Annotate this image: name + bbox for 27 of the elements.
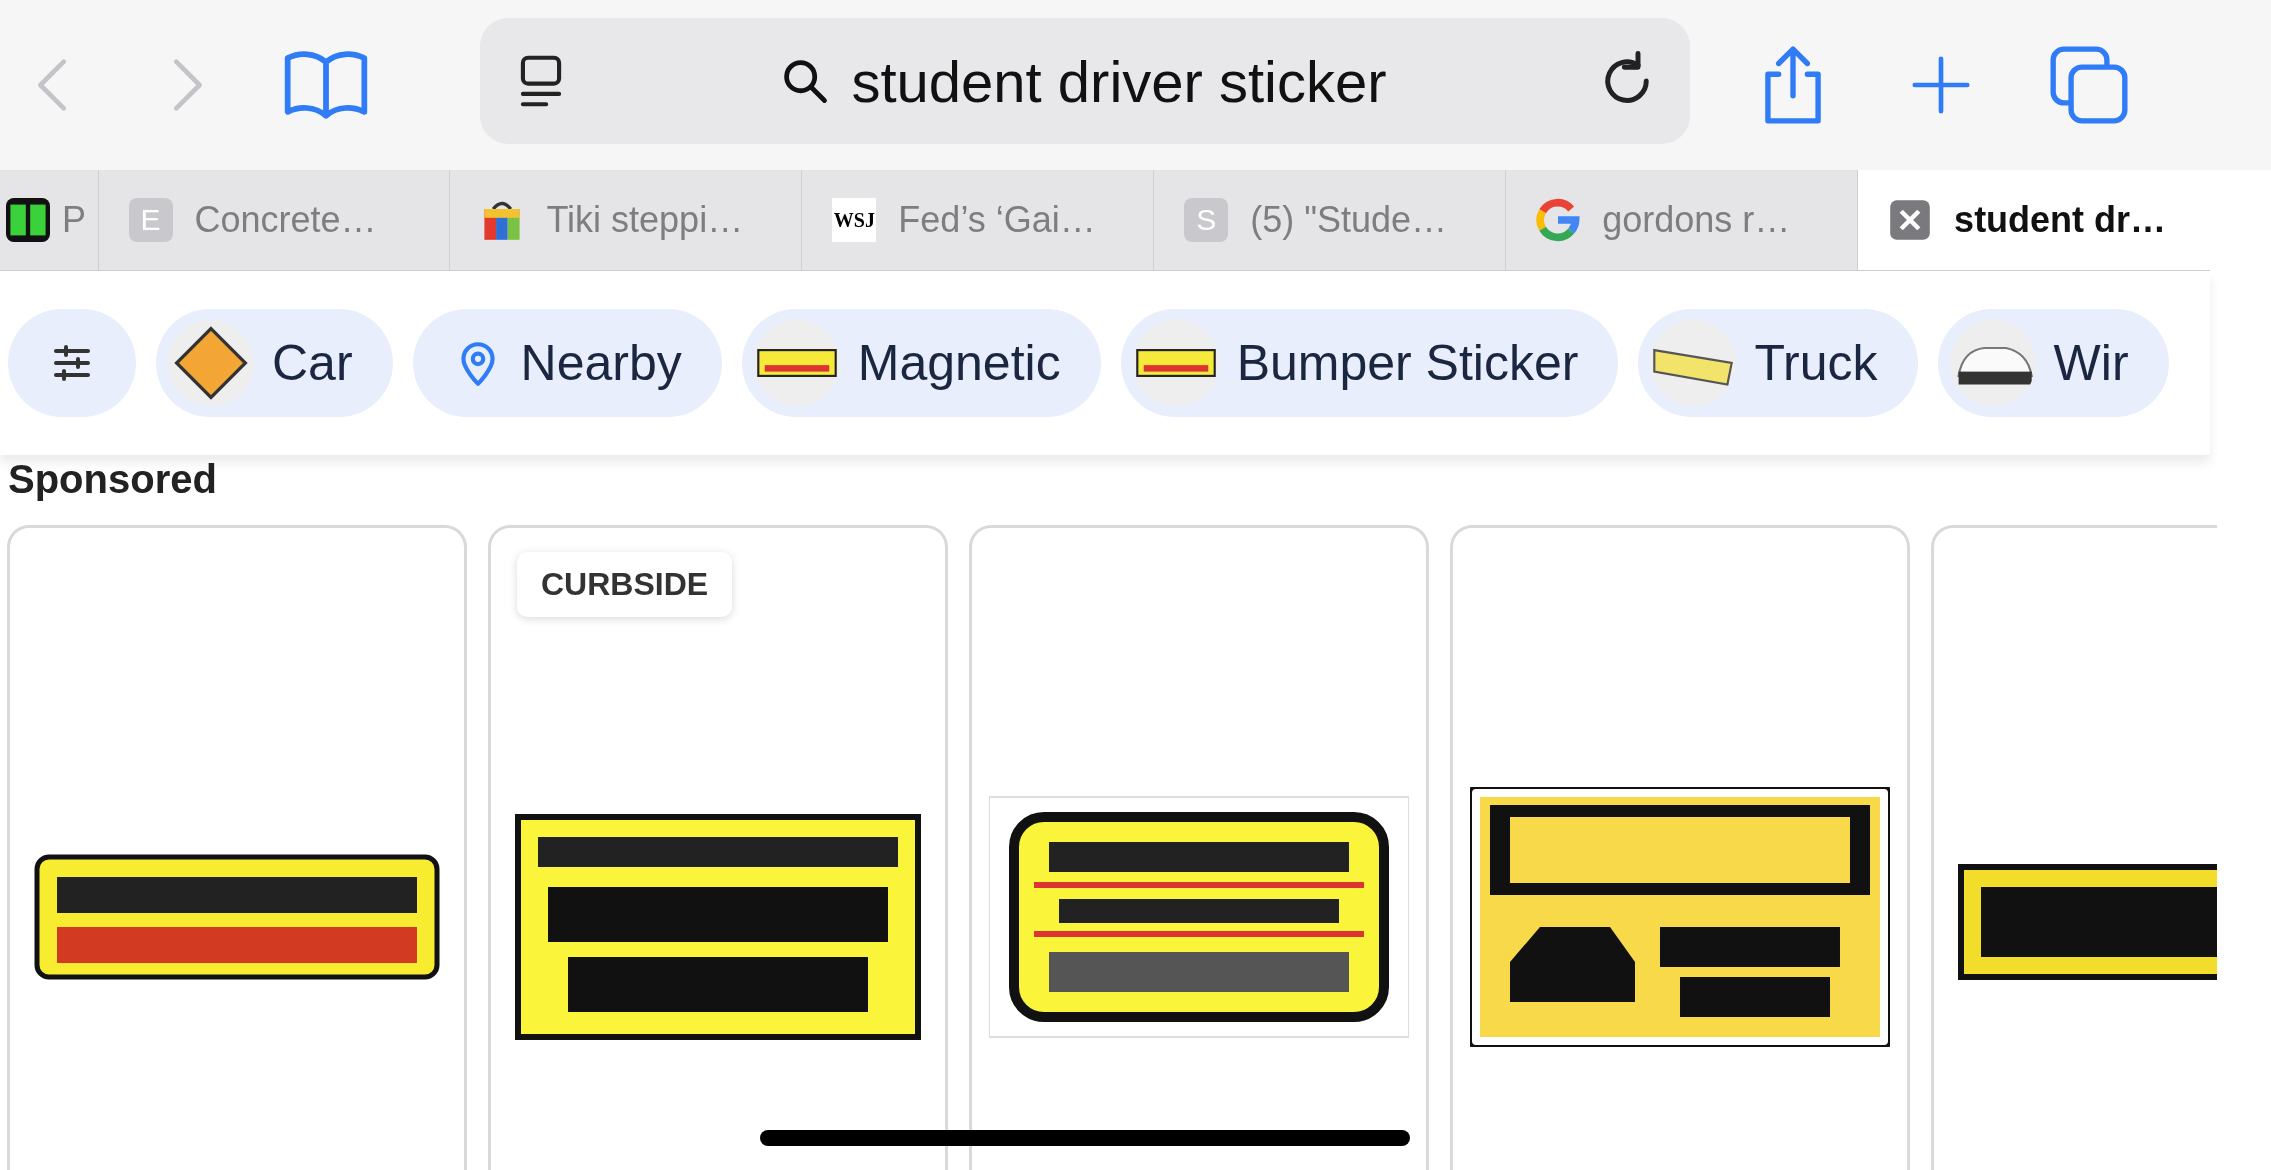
favicon-logo: WSJ <box>832 198 877 242</box>
product-card[interactable] <box>7 525 467 1170</box>
search-text: student driver sticker <box>851 47 1387 115</box>
filter-chip[interactable]: Wir <box>1937 309 2169 417</box>
filter-chip[interactable]: Nearby <box>412 309 722 417</box>
curbside-badge: CURBSIDE <box>517 552 733 617</box>
browser-tab[interactable]: student dr… <box>1858 170 2210 270</box>
address-bar[interactable]: student driver sticker <box>480 18 1690 144</box>
tab-title: Tiki steppi… <box>546 199 744 241</box>
tab-title: Fed’s ‘Gai… <box>898 199 1096 241</box>
tab-title: gordons r… <box>1602 199 1791 241</box>
tab-title: Concrete… <box>194 199 377 241</box>
google-icon <box>1536 198 1581 242</box>
tab-title: (5) "Stude… <box>1250 199 1448 241</box>
tab-title: student dr… <box>1954 199 2167 241</box>
browser-tab[interactable]: WSJ Fed’s ‘Gai… <box>802 170 1155 270</box>
close-icon[interactable] <box>1888 198 1933 242</box>
filter-chip[interactable]: Car <box>156 309 393 417</box>
filter-chip[interactable]: Truck <box>1638 309 1918 417</box>
section-title: Sponsored <box>7 456 218 503</box>
product-card[interactable] <box>969 525 1429 1170</box>
product-card[interactable]: CURBSIDE <box>488 525 948 1170</box>
favicon-icon <box>6 198 50 242</box>
filter-chip[interactable]: Bumper Sticker <box>1120 309 1619 417</box>
product-card[interactable] <box>1450 525 1910 1170</box>
filter-chip[interactable]: Magnetic <box>741 309 1101 417</box>
tab-title: P <box>62 199 86 241</box>
